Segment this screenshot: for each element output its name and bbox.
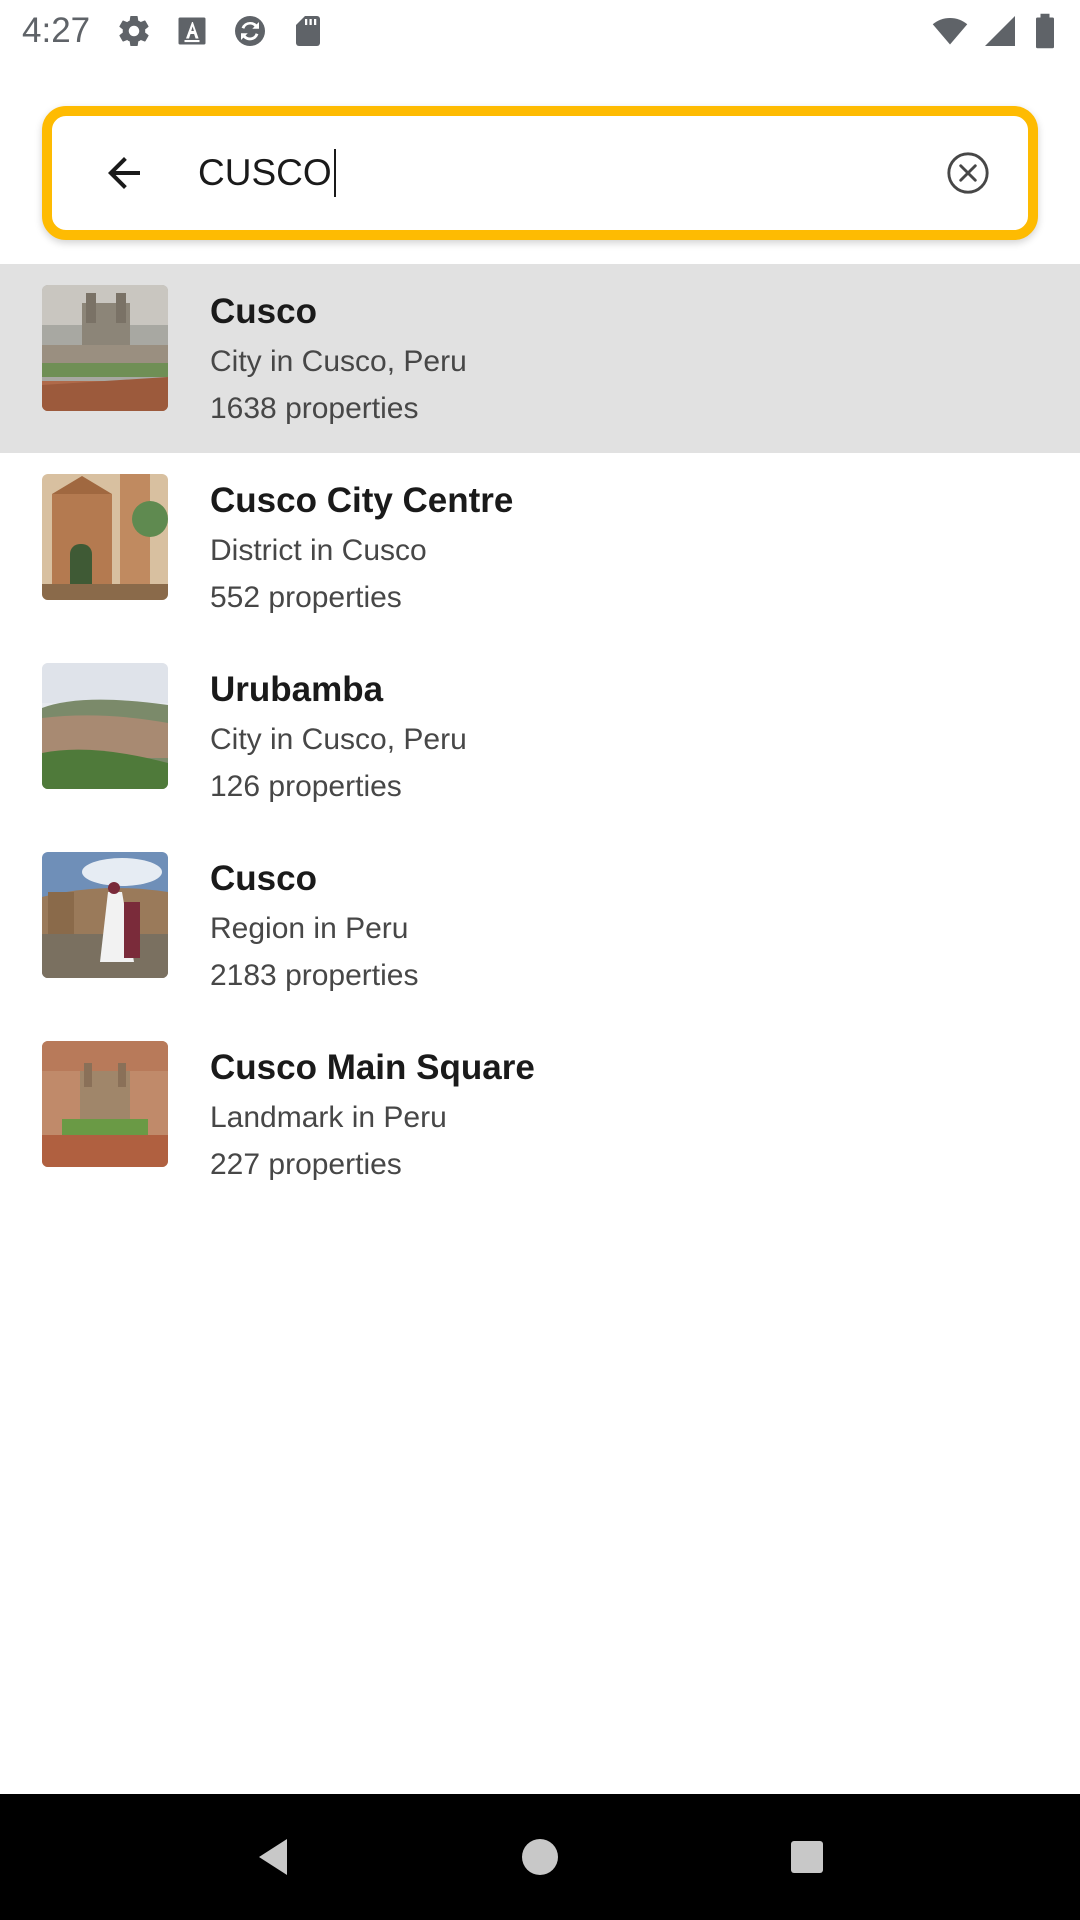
clear-search-button[interactable] [944, 149, 992, 197]
result-thumbnail [42, 663, 168, 789]
result-property-count: 1638 properties [210, 392, 419, 425]
settings-icon [116, 13, 152, 49]
result-text: Cusco City Centre District in Cusco 552 … [210, 481, 513, 616]
status-time: 4:27 [22, 11, 91, 50]
clear-circle-icon [947, 152, 989, 194]
system-nav-bar [0, 1794, 1080, 1920]
result-item[interactable]: Cusco Region in Peru 2183 properties [0, 831, 1080, 1020]
nav-recents-button[interactable] [777, 1827, 837, 1887]
result-text: Cusco Region in Peru 2183 properties [210, 859, 418, 994]
text-caret [333, 149, 336, 197]
arrow-left-icon [108, 157, 140, 189]
result-property-count: 126 properties [210, 770, 402, 803]
result-title: Urubamba [210, 670, 384, 709]
result-property-count: 2183 properties [210, 959, 419, 992]
result-subtitle: City in Cusco, Peru [210, 723, 467, 756]
result-text: Cusco City in Cusco, Peru 1638 propertie… [210, 292, 467, 427]
sd-card-icon [290, 13, 326, 49]
nav-back-button[interactable] [243, 1827, 303, 1887]
result-item[interactable]: Cusco City in Cusco, Peru 1638 propertie… [0, 264, 1080, 453]
signal-icon [982, 13, 1018, 49]
result-thumbnail [42, 852, 168, 978]
results-list: Cusco City in Cusco, Peru 1638 propertie… [0, 264, 1080, 1209]
result-title: Cusco City Centre [210, 481, 514, 520]
result-thumbnail [42, 285, 168, 411]
result-item[interactable]: Cusco Main Square Landmark in Peru 227 p… [0, 1020, 1080, 1209]
result-title: Cusco Main Square [210, 1048, 535, 1087]
wifi-icon [932, 13, 968, 49]
search-box: CUSCO [42, 106, 1038, 240]
result-thumbnail [42, 474, 168, 600]
result-item[interactable]: Cusco City Centre District in Cusco 552 … [0, 453, 1080, 642]
back-triangle-icon [259, 1839, 288, 1875]
result-subtitle: Region in Peru [210, 912, 409, 945]
result-item[interactable]: Urubamba City in Cusco, Peru 126 propert… [0, 642, 1080, 831]
nav-home-button[interactable] [510, 1827, 570, 1887]
result-title: Cusco [210, 292, 317, 331]
result-subtitle: City in Cusco, Peru [210, 345, 467, 378]
back-button[interactable] [94, 143, 154, 203]
result-thumbnail [42, 1041, 168, 1167]
result-text: Urubamba City in Cusco, Peru 126 propert… [210, 670, 467, 805]
recents-square-icon [790, 1841, 823, 1873]
result-subtitle: Landmark in Peru [210, 1101, 447, 1134]
status-icons-right [932, 13, 1058, 49]
battery-icon [1032, 13, 1058, 49]
sync-icon [232, 13, 268, 49]
status-icons-left [116, 13, 326, 49]
search-input-value: CUSCO [198, 152, 332, 193]
result-text: Cusco Main Square Landmark in Peru 227 p… [210, 1048, 535, 1183]
text-a-icon [174, 13, 210, 49]
result-subtitle: District in Cusco [210, 534, 427, 567]
result-property-count: 227 properties [210, 1148, 402, 1181]
home-circle-icon [521, 1839, 558, 1875]
search-input[interactable]: CUSCO [198, 143, 944, 203]
result-title: Cusco [210, 859, 317, 898]
status-bar: 4:27 [0, 0, 1080, 62]
result-property-count: 552 properties [210, 581, 402, 614]
